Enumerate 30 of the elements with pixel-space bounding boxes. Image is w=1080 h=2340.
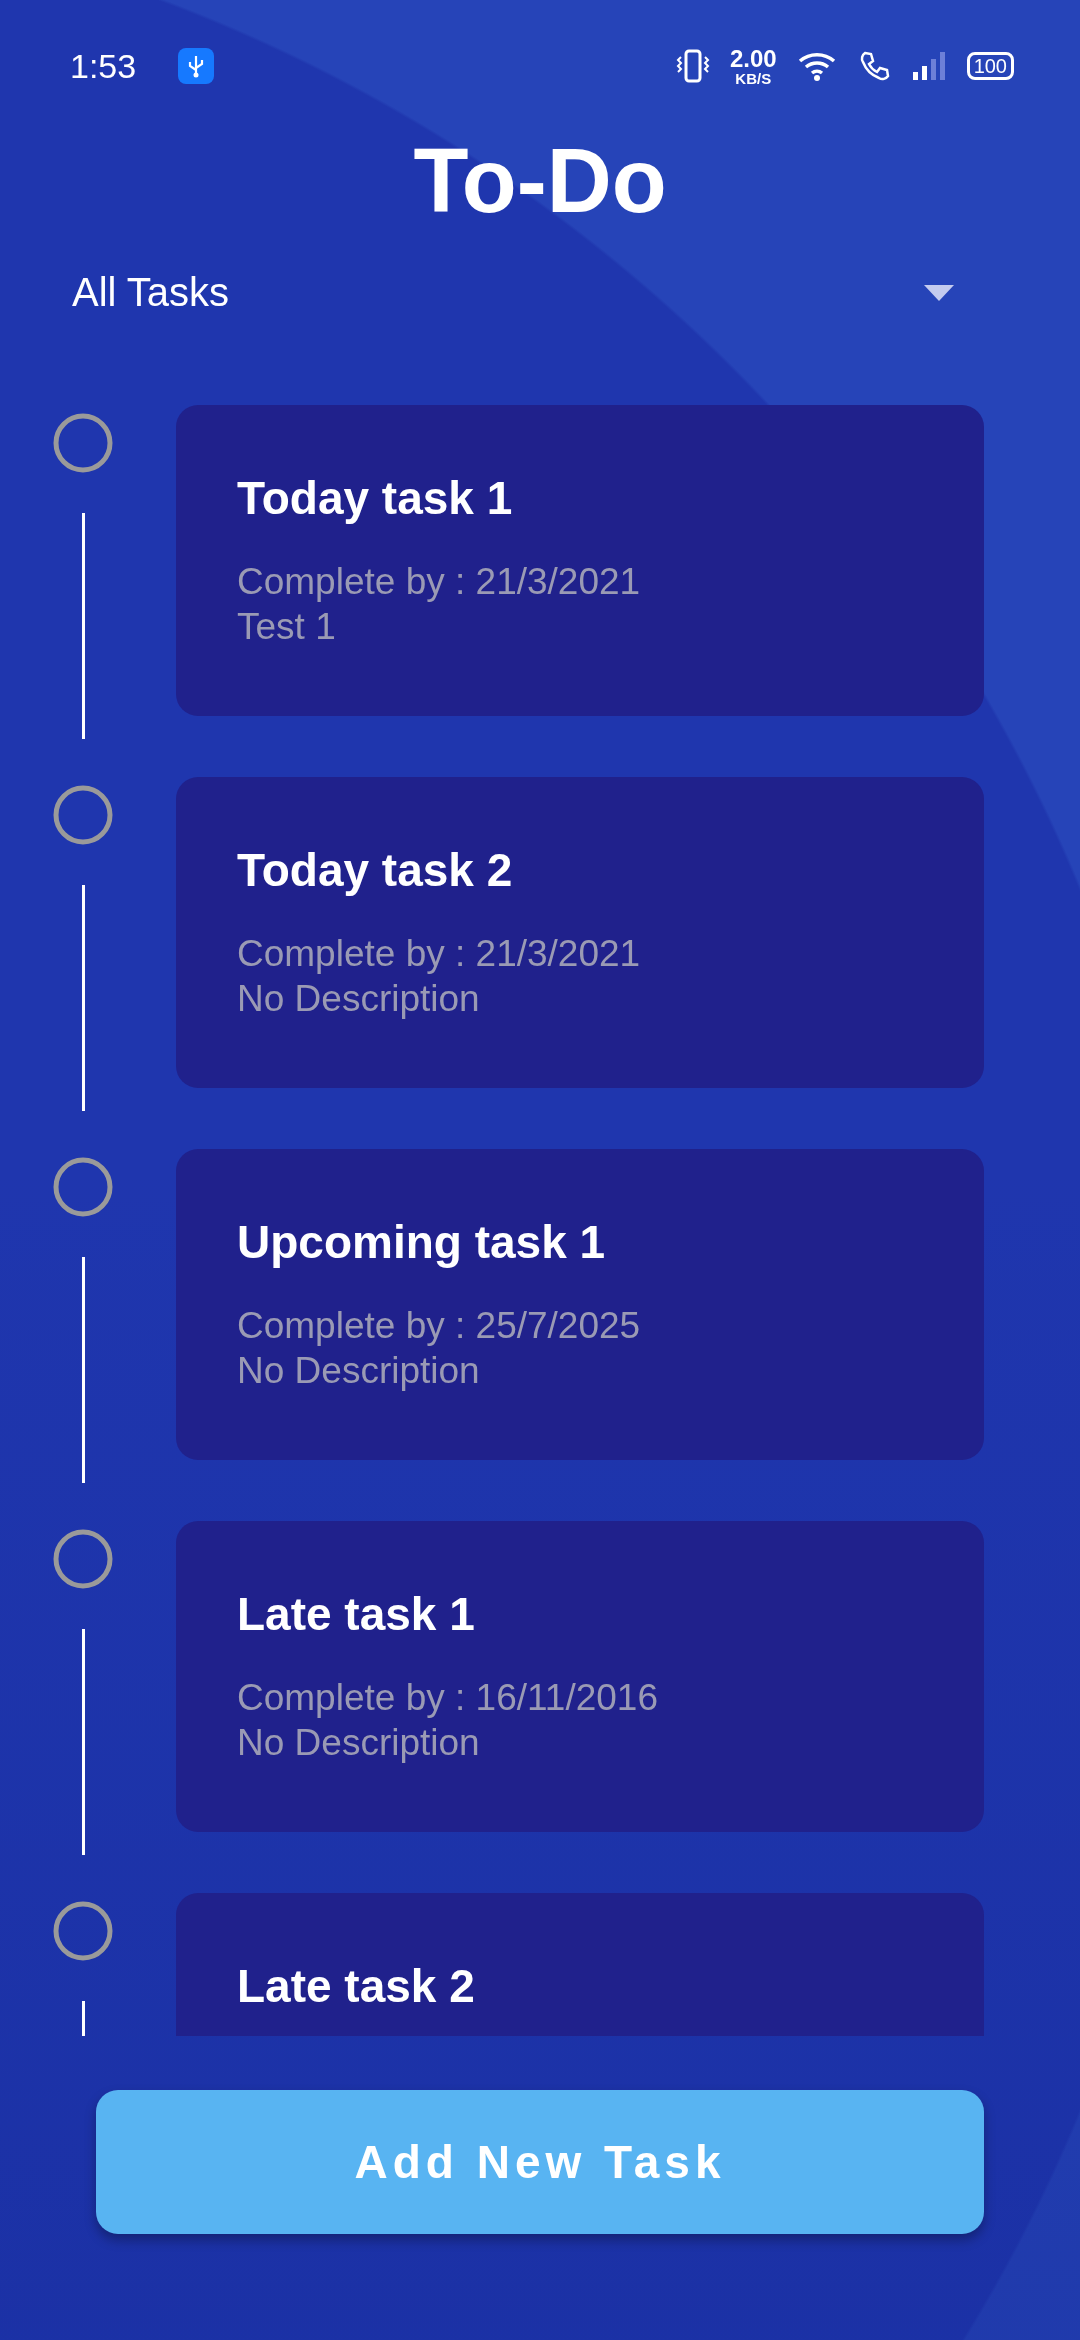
task-description: Test 1 xyxy=(237,605,337,649)
task-due-date: Complete by : 21/3/2021 xyxy=(237,560,642,604)
task-due-date: Complete by : 21/3/2021 xyxy=(237,932,642,976)
task-due-date: Complete by : 16/11/2016 xyxy=(237,1676,659,1720)
task-description: No Description xyxy=(237,1349,481,1393)
task-due-date: Complete by : 25/7/2025 xyxy=(237,1304,642,1348)
task-checkbox[interactable] xyxy=(52,784,114,846)
task-description: No Description xyxy=(237,977,481,1021)
task-card[interactable]: Late task 1 Complete by : 16/11/2016 No Description xyxy=(176,1521,984,1832)
call-icon xyxy=(858,50,891,82)
status-time: 1:53 xyxy=(70,46,137,86)
task-title: Late task 2 xyxy=(237,1963,476,2009)
network-speed: 2.00 KB/S xyxy=(729,46,777,86)
task-checkbox[interactable] xyxy=(52,1156,114,1218)
usb-icon xyxy=(178,48,215,84)
task-checkbox[interactable] xyxy=(52,1900,114,1962)
battery-level: 100 xyxy=(966,52,1014,80)
task-title: Late task 1 xyxy=(237,1591,476,1637)
dropdown-caret-icon xyxy=(924,284,954,301)
signal-icon xyxy=(910,50,947,82)
task-checkbox[interactable] xyxy=(52,1528,114,1590)
app-title: To-Do xyxy=(412,132,668,226)
task-card[interactable]: Today task 2 Complete by : 21/3/2021 No Description xyxy=(176,777,984,1088)
task-description: No Description xyxy=(237,1721,481,1765)
task-card[interactable]: Today task 1 Complete by : 21/3/2021 Test 1 xyxy=(176,405,984,716)
vibrate-icon xyxy=(675,48,710,84)
task-card[interactable]: Late task 2 xyxy=(176,1893,984,2036)
task-checkbox[interactable] xyxy=(52,412,114,474)
task-card[interactable]: Upcoming task 1 Complete by : 25/7/2025 No Description xyxy=(176,1149,984,1460)
filter-dropdown[interactable]: All Tasks xyxy=(56,260,970,325)
